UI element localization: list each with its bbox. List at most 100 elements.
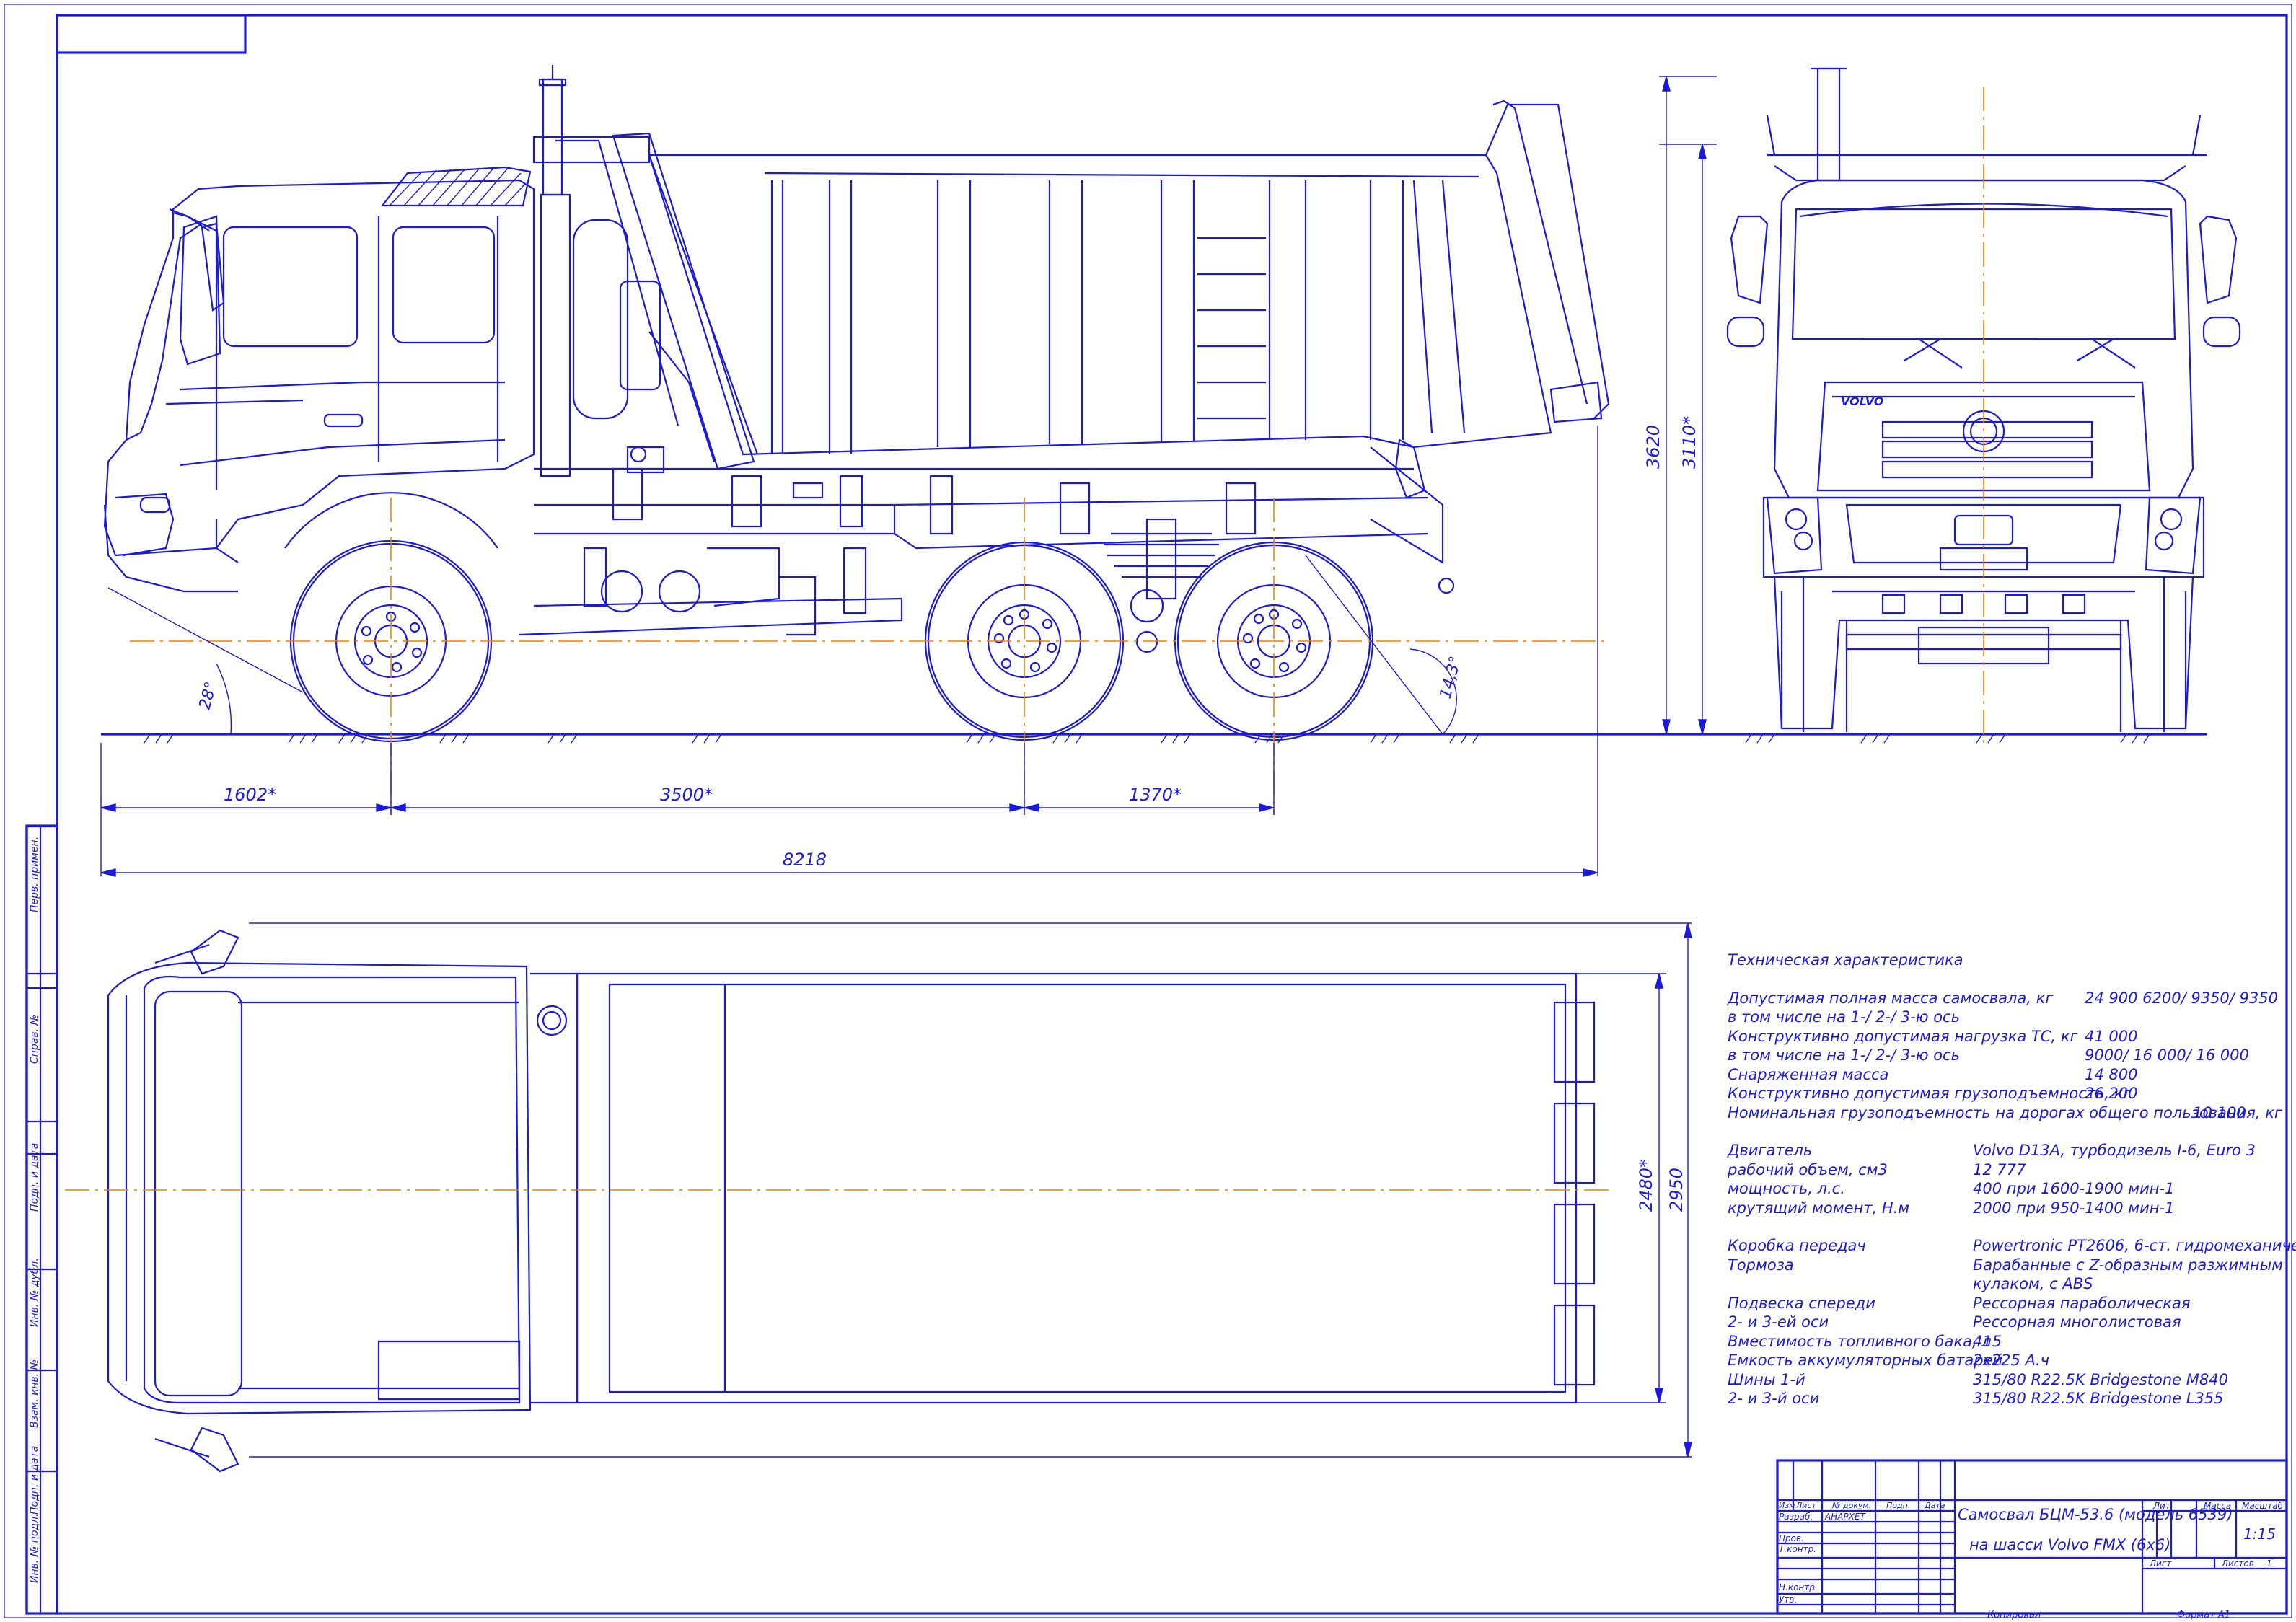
tb-title-1: Самосвал БЦМ-53.6 (модель 6539) (1958, 1506, 2233, 1523)
tb-copied: Копировал (1987, 1610, 2041, 1621)
dim-body-width: 2480* (1636, 1159, 1656, 1212)
spec-value: 9000/ 16 000/ 16 000 (2085, 1046, 2249, 1064)
dim-front-overhang: 1602* (224, 785, 276, 805)
specs-groups: Допустимая полная масса самосвала, кг 24 … (1728, 989, 2296, 1409)
air-intake (572, 219, 661, 420)
spec-row: Вместимость топливного бака, л 415 (1728, 1332, 2290, 1352)
dim-wheelbase: 3500* (660, 785, 713, 805)
spec-value: Рессорная параболическая (1973, 1294, 2191, 1312)
spec-row: Коробка передач Powertronic PT2606, 6-ст.… (1728, 1236, 2296, 1256)
spec-value: 26 200 (2085, 1085, 2138, 1102)
spec-value: Volvo D13A, турбодизель I-6, Euro 3 (1973, 1142, 2256, 1159)
spec-value: 400 при 1600-1900 мин-1 (1973, 1180, 2175, 1197)
spec-key: Допустимая полная масса самосвала, кг (1728, 989, 2054, 1007)
ground-hatch (144, 733, 2150, 744)
dim-approach-angle: 28° (196, 679, 221, 711)
side-stamp-label: Подп. и дата (29, 1142, 40, 1212)
exhaust-stack (532, 65, 651, 477)
side-stamp-label: Подп. и дата (29, 1445, 40, 1515)
spec-key: 2- и 3-ей оси (1728, 1313, 1829, 1331)
tb-col-header: № докум. (1832, 1501, 1872, 1510)
spec-gap (1728, 1217, 2290, 1236)
spec-key: Двигатель (1728, 1142, 1813, 1159)
tb-row-label: Утв. (1779, 1595, 1798, 1605)
technical-specs: Техническая характеристика Допустимая по… (1728, 951, 2296, 1409)
spec-value: 315/80 R22.5K Bridgestone L355 (1973, 1390, 2224, 1407)
spec-row: Подвеска спереди Рессорная параболическая (1728, 1294, 2290, 1313)
tb-row-label: Пров. (1779, 1533, 1804, 1543)
side-cab (103, 166, 535, 593)
spec-row: мощность, л.с. 400 при 1600-1900 мин-1 (1728, 1179, 2290, 1199)
spec-value: Барабанные с Z-образным разжимным (1973, 1256, 2283, 1274)
dim-cab-height: 3110* (1679, 416, 1699, 469)
spec-key: Вместимость топливного бака, л (1728, 1332, 1992, 1350)
tb-lit-label: Лит. (2153, 1501, 2173, 1511)
spec-key: 2- и 3-й оси (1728, 1390, 1820, 1407)
spec-value: кулаком, с ABS (1973, 1275, 2093, 1292)
spec-value: 10 100 (2193, 1103, 2246, 1121)
spec-row: рабочий объем, см3 12 777 (1728, 1160, 2290, 1180)
tb-sheets-label: Листов (2222, 1559, 2254, 1569)
tb-col-header: Подп. (1886, 1501, 1911, 1510)
tb-sheets-value: 1 (2266, 1559, 2272, 1569)
spec-value: 14 800 (2085, 1065, 2138, 1083)
spec-value: Рессорная многолистовая (1973, 1313, 2181, 1331)
spec-gap (1728, 1122, 2290, 1141)
spec-row: Двигатель Volvo D13A, турбодизель I-6, Eu… (1728, 1141, 2290, 1160)
spec-row: Конструктивно допустимая нагрузка ТС, кг… (1728, 1027, 2290, 1046)
dim-overall-length: 8218 (783, 850, 827, 870)
side-stamp-label: Инв. № подл. (29, 1513, 40, 1583)
dim-rear-spacing: 1370* (1129, 785, 1182, 805)
spec-key: крутящий момент, Н.м (1728, 1199, 1910, 1217)
spec-key: мощность, л.с. (1728, 1180, 1845, 1197)
specs-heading: Техническая характеристика (1728, 951, 2290, 970)
tb-col-header: Лист (1796, 1501, 1816, 1510)
spec-key: Конструктивно допустимая нагрузка ТС, кг (1728, 1027, 2078, 1045)
side-stamp-label: Перв. примен. (29, 836, 40, 912)
spec-row: в том числе на 1-/ 2-/ 3-ю ось (1728, 1008, 2290, 1027)
tb-col-header: Изм (1779, 1501, 1795, 1510)
spec-value: 12 777 (1973, 1160, 2026, 1178)
front-view (1726, 67, 2241, 743)
spec-row: крутящий момент, Н.м 2000 при 950-1400 ми… (1728, 1199, 2290, 1218)
tb-format: Формат А1 (2177, 1610, 2231, 1621)
side-stamp-label: Взам. инв. № (29, 1359, 40, 1428)
spec-value: 24 900 6200/ 9350/ 9350 (2085, 989, 2278, 1007)
spec-key: в том числе на 1-/ 2-/ 3-ю ось (1728, 1008, 1960, 1026)
spec-key: Конструктивно допустимая грузоподъемност… (1728, 1085, 2132, 1102)
spec-key: Коробка передач (1728, 1237, 1866, 1254)
top-view (65, 929, 1609, 1473)
tb-row-label: Т.контр. (1779, 1544, 1817, 1554)
tb-scale: 1:15 (2243, 1525, 2276, 1543)
tb-row-label: Н.контр. (1779, 1582, 1818, 1592)
side-view (103, 65, 1610, 815)
spec-value: Powertronic PT2606, 6-ст. гидромеханичес… (1973, 1237, 2296, 1254)
side-stamp-label: Инв. № дубл. (29, 1258, 40, 1327)
tb-col-header: Дата (1925, 1501, 1945, 1510)
spec-value: 2000 при 950-1400 мин-1 (1973, 1199, 2175, 1217)
spec-value: 41 000 (2085, 1027, 2138, 1045)
dump-body (648, 100, 1610, 594)
dim-overall-width: 2950 (1666, 1168, 1686, 1212)
spec-row: кулаком, с ABS (1728, 1274, 2290, 1294)
tipper-arm (555, 132, 755, 474)
spec-row: Шины 1-й 315/80 R22.5K Bridgestone M840 (1728, 1370, 2290, 1390)
spec-key: в том числе на 1-/ 2-/ 3-ю ось (1728, 1046, 1960, 1064)
tb-sheet-label: Лист (2150, 1559, 2172, 1569)
spec-key: Тормоза (1728, 1256, 1794, 1274)
spec-row: Допустимая полная масса самосвала, кг 24 … (1728, 989, 2290, 1008)
spec-row: Емкость аккумуляторных батарей 2x225 А.ч (1728, 1351, 2290, 1370)
spec-row: Тормоза Барабанные с Z-образным разжимным (1728, 1256, 2290, 1275)
spec-row: 2- и 3-й оси 315/80 R22.5K Bridgestone L3… (1728, 1389, 2290, 1409)
spec-row: 2- и 3-ей оси Рессорная многолистовая (1728, 1313, 2290, 1332)
side-stamp-label: Справ. № (29, 1014, 40, 1064)
tb-mass-label: Масса (2204, 1501, 2232, 1511)
tb-row-label: Разраб. (1779, 1512, 1813, 1522)
spec-key: Снаряженная масса (1728, 1065, 1889, 1083)
tb-developer: АНАРХЕТ (1825, 1512, 1865, 1522)
spec-row: Номинальная грузоподъемность на дорогах … (1728, 1103, 2290, 1123)
spec-value: 2x225 А.ч (1973, 1352, 2049, 1369)
tb-scale-label: Масштаб (2242, 1501, 2284, 1511)
spec-value: 315/80 R22.5K Bridgestone M840 (1973, 1370, 2228, 1388)
spec-row: Снаряженная масса 14 800 (1728, 1065, 2290, 1085)
